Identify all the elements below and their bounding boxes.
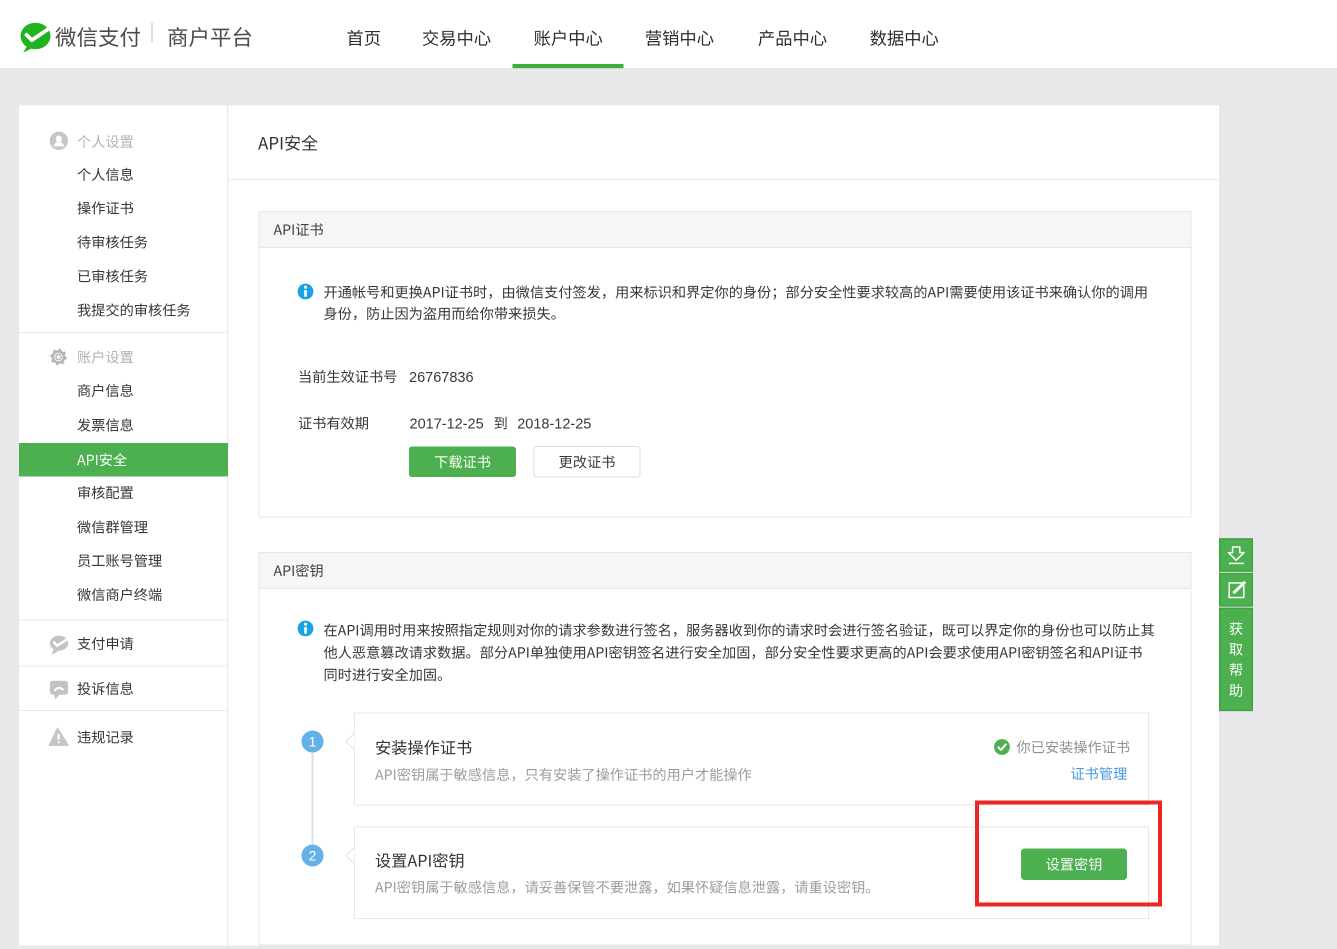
svg-text:2: 2 [309,848,317,864]
svg-text:2017-12-25: 2017-12-25 [410,416,484,432]
svg-text:26767836: 26767836 [409,370,474,386]
svg-text:1: 1 [309,734,317,750]
svg-text:2018-12-25: 2018-12-25 [517,416,591,432]
